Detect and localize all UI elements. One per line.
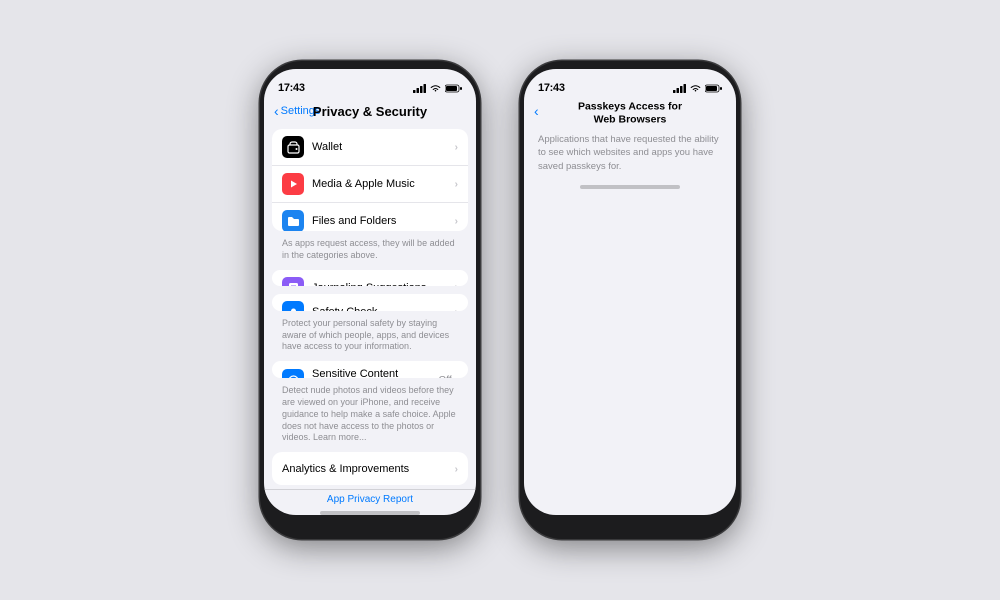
home-indicator-left	[320, 511, 420, 515]
scroll-content-left: Wallet › Media & Apple Music ›	[264, 125, 476, 507]
wifi-icon-right	[690, 84, 701, 93]
safety-note: Protect your personal safety by staying …	[264, 315, 476, 357]
files-row[interactable]: Files and Folders ›	[272, 203, 468, 231]
sensitive-chevron: ›	[455, 375, 458, 379]
safety-row[interactable]: Safety Check ›	[272, 294, 468, 311]
sensitive-note: Detect nude photos and videos before the…	[264, 382, 476, 447]
back-chevron-icon: ‹	[274, 103, 279, 119]
status-bar-left: 17:43	[264, 69, 476, 101]
status-icons-right	[673, 84, 722, 93]
wallet-icon	[282, 136, 304, 158]
analytics-row[interactable]: Analytics & Improvements ›	[272, 452, 468, 485]
bottom-label-left[interactable]: App Privacy Report	[264, 489, 476, 507]
passkeys-note: As apps request access, they will be add…	[264, 235, 476, 265]
sensitive-row[interactable]: Sensitive Content Warning Off ›	[272, 361, 468, 378]
journaling-group: Journaling Suggestions ›	[272, 270, 468, 287]
phone-left: 17:43	[260, 61, 480, 539]
wallet-label: Wallet	[312, 141, 455, 153]
journaling-label: Journaling Suggestions	[312, 282, 455, 287]
safety-label: Safety Check	[312, 306, 455, 311]
app-permissions-group: Wallet › Media & Apple Music ›	[272, 129, 468, 231]
phone-right: 17:43	[520, 61, 740, 539]
files-chevron: ›	[455, 216, 458, 227]
scene: 17:43	[260, 61, 740, 539]
media-label: Media & Apple Music	[312, 178, 455, 190]
safety-chevron: ›	[455, 307, 458, 311]
journaling-row[interactable]: Journaling Suggestions ›	[272, 270, 468, 287]
nav-bar-left: ‹ Settings Privacy & Security	[264, 101, 476, 125]
battery-icon	[445, 84, 462, 93]
wallet-row[interactable]: Wallet ›	[272, 129, 468, 166]
signal-icon-right	[673, 84, 686, 93]
sensitive-value: Off	[439, 375, 452, 379]
detail-body: Applications that have requested the abi…	[524, 125, 736, 181]
sensitive-icon	[282, 369, 304, 378]
wifi-icon	[430, 84, 441, 93]
back-chevron-icon-right: ‹	[534, 103, 539, 119]
journaling-chevron: ›	[455, 282, 458, 286]
status-time-left: 17:43	[278, 82, 305, 94]
signal-icon	[413, 84, 426, 93]
files-label: Files and Folders	[312, 215, 455, 227]
status-bar-right: 17:43	[524, 69, 736, 101]
media-row[interactable]: Media & Apple Music ›	[272, 166, 468, 203]
screen-left: 17:43	[264, 69, 476, 515]
status-icons-left	[413, 84, 462, 93]
safety-icon	[282, 301, 304, 311]
journaling-icon	[282, 277, 304, 287]
nav-bar-right: ‹ Passkeys Access for Web Browsers	[524, 101, 736, 125]
analytics-group: Analytics & Improvements › Apple Adverti…	[272, 452, 468, 485]
analytics-chevron: ›	[455, 464, 458, 475]
files-icon	[282, 210, 304, 231]
wallet-chevron: ›	[455, 142, 458, 153]
sensitive-group: Sensitive Content Warning Off ›	[272, 361, 468, 378]
nav-title-left: Privacy & Security	[313, 104, 427, 119]
screen-right: 17:43	[524, 69, 736, 515]
safety-group: Safety Check ›	[272, 294, 468, 311]
home-indicator-right	[580, 185, 680, 189]
media-chevron: ›	[455, 179, 458, 190]
analytics-label: Analytics & Improvements	[282, 463, 455, 475]
battery-icon-right	[705, 84, 722, 93]
media-icon	[282, 173, 304, 195]
back-button-right[interactable]: ‹	[534, 103, 539, 119]
sensitive-label: Sensitive Content Warning	[312, 368, 439, 378]
status-time-right: 17:43	[538, 82, 565, 94]
nav-title-right: Passkeys Access for Web Browsers	[577, 100, 683, 125]
